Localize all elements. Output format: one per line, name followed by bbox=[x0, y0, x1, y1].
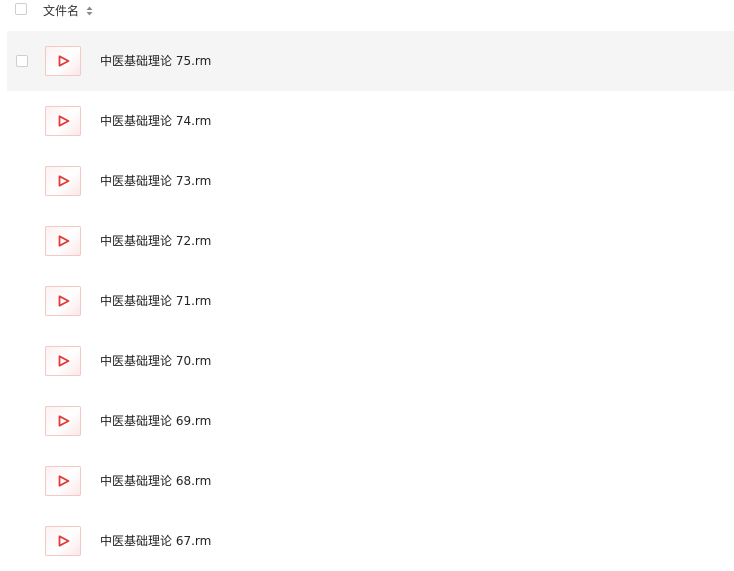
video-file-icon bbox=[45, 286, 81, 316]
video-file-icon bbox=[45, 106, 81, 136]
file-row[interactable]: 中医基础理论 68.rm bbox=[7, 451, 734, 511]
file-row[interactable]: 中医基础理论 67.rm bbox=[7, 511, 734, 571]
column-header-filename[interactable]: 文件名 bbox=[43, 3, 93, 19]
file-name[interactable]: 中医基础理论 73.rm bbox=[100, 172, 211, 190]
file-row[interactable]: 中医基础理论 73.rm bbox=[7, 151, 734, 211]
file-list: 中医基础理论 75.rm 中医基础理论 74.rm 中医基础理论 73.rm 中… bbox=[7, 31, 734, 571]
video-play-icon bbox=[58, 55, 70, 67]
file-row-checkbox[interactable] bbox=[16, 55, 28, 67]
video-play-icon bbox=[58, 355, 70, 367]
select-all-checkbox[interactable] bbox=[15, 3, 27, 15]
video-file-icon bbox=[45, 466, 81, 496]
file-row[interactable]: 中医基础理论 69.rm bbox=[7, 391, 734, 451]
file-name[interactable]: 中医基础理论 71.rm bbox=[100, 292, 211, 310]
video-play-icon bbox=[58, 535, 70, 547]
video-play-icon bbox=[58, 175, 70, 187]
file-row[interactable]: 中医基础理论 74.rm bbox=[7, 91, 734, 151]
file-name[interactable]: 中医基础理论 68.rm bbox=[100, 472, 211, 490]
file-name[interactable]: 中医基础理论 70.rm bbox=[100, 352, 211, 370]
file-name[interactable]: 中医基础理论 69.rm bbox=[100, 412, 211, 430]
file-list-header: 文件名 bbox=[0, 0, 734, 24]
video-play-icon bbox=[58, 475, 70, 487]
video-play-icon bbox=[58, 295, 70, 307]
file-name[interactable]: 中医基础理论 75.rm bbox=[100, 52, 211, 70]
file-row[interactable]: 中医基础理论 75.rm bbox=[7, 31, 734, 91]
file-name[interactable]: 中医基础理论 72.rm bbox=[100, 232, 211, 250]
video-file-icon bbox=[45, 46, 81, 76]
video-play-icon bbox=[58, 235, 70, 247]
video-file-icon bbox=[45, 226, 81, 256]
video-file-icon bbox=[45, 166, 81, 196]
column-header-label: 文件名 bbox=[43, 4, 80, 18]
file-row[interactable]: 中医基础理论 71.rm bbox=[7, 271, 734, 331]
file-row[interactable]: 中医基础理论 70.rm bbox=[7, 331, 734, 391]
video-play-icon bbox=[58, 115, 70, 127]
file-name[interactable]: 中医基础理论 67.rm bbox=[100, 532, 211, 550]
file-name[interactable]: 中医基础理论 74.rm bbox=[100, 112, 211, 130]
sort-icon bbox=[86, 6, 93, 16]
video-play-icon bbox=[58, 415, 70, 427]
video-file-icon bbox=[45, 346, 81, 376]
file-row[interactable]: 中医基础理论 72.rm bbox=[7, 211, 734, 271]
video-file-icon bbox=[45, 406, 81, 436]
